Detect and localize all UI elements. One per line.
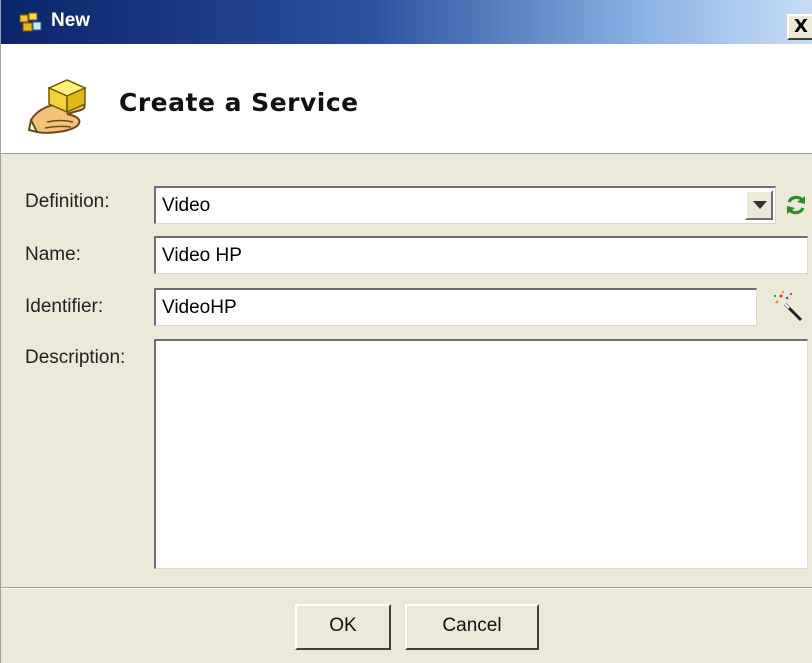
services-icon (19, 12, 42, 32)
identifier-field[interactable]: VideoHP (154, 288, 757, 326)
page-title: Create a Service (119, 88, 359, 117)
magic-wand-icon[interactable] (771, 290, 807, 326)
definition-label: Definition: (25, 191, 110, 212)
description-label: Description: (25, 347, 126, 368)
cancel-button[interactable]: Cancel (405, 604, 539, 650)
dialog-window: New X Create a Service Definition: Video… (0, 0, 812, 663)
identifier-label: Identifier: (25, 296, 104, 317)
name-field[interactable]: Video HP (154, 236, 808, 274)
dialog-header: Create a Service (1, 44, 812, 154)
definition-select[interactable]: Video (154, 186, 776, 224)
description-textarea[interactable] (154, 339, 808, 569)
title-bar[interactable]: New X (1, 0, 812, 44)
name-label: Name: (25, 244, 81, 265)
chevron-down-icon[interactable] (745, 190, 773, 220)
hand-holding-box-icon (27, 79, 87, 134)
close-button[interactable]: X (787, 14, 812, 40)
window-title: New (51, 10, 91, 31)
footer-divider (1, 587, 812, 589)
refresh-icon[interactable] (783, 192, 809, 218)
ok-button[interactable]: OK (295, 604, 391, 650)
